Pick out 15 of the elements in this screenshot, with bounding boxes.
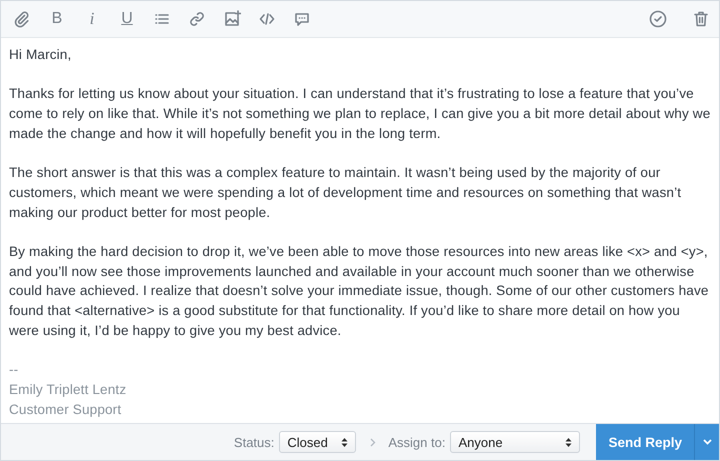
greeting-text: Hi Marcin, xyxy=(9,46,72,64)
signature-line: Emily Triplett Lentz xyxy=(9,380,128,399)
message-paragraph: Thanks for letting us know about your situation. I can understand that it’s frustrating to lose a feature that you’ve come to rely on like that. While it’s not something we plan to replace, I can give you a bit more detail about why we made the change and how it will hopefully benefit you in the long term. xyxy=(9,85,711,143)
assign-select[interactable]: Anyone xyxy=(450,431,580,453)
signature-line: Customer Support xyxy=(9,400,122,419)
underline-button[interactable]: U xyxy=(115,7,139,31)
signature-line: -- xyxy=(9,361,20,380)
italic-button[interactable]: i xyxy=(80,7,104,31)
status-select[interactable]: Closed xyxy=(279,431,356,453)
message-paragraph: The short answer is that this was a complex feature to maintain. It wasn’t being used by the majority of our customers, which meant we were spending a lot of development time and resources on something that wasn’t making our product better for most people. xyxy=(9,164,682,222)
send-reply-button[interactable]: Send Reply xyxy=(596,424,694,460)
assign-label: Assign to: xyxy=(388,434,446,450)
message-paragraph: By making the hard decision to drop it, we’ve been able to move those resources into new areas like <x> and <y>, and you’ll now see those improvements launched and available in your account much sooner than we otherwise could have achieved. I realize that doesn’t solve your immediate issue, though. Some of our other customers have found that <alternative> is a good substitute for that functionality. If you’d like to share more detail on how you were using it, I’d be happy to give you my best advice. xyxy=(9,242,710,340)
status-label: Status: xyxy=(234,434,274,450)
bold-button[interactable]: B xyxy=(45,7,69,31)
